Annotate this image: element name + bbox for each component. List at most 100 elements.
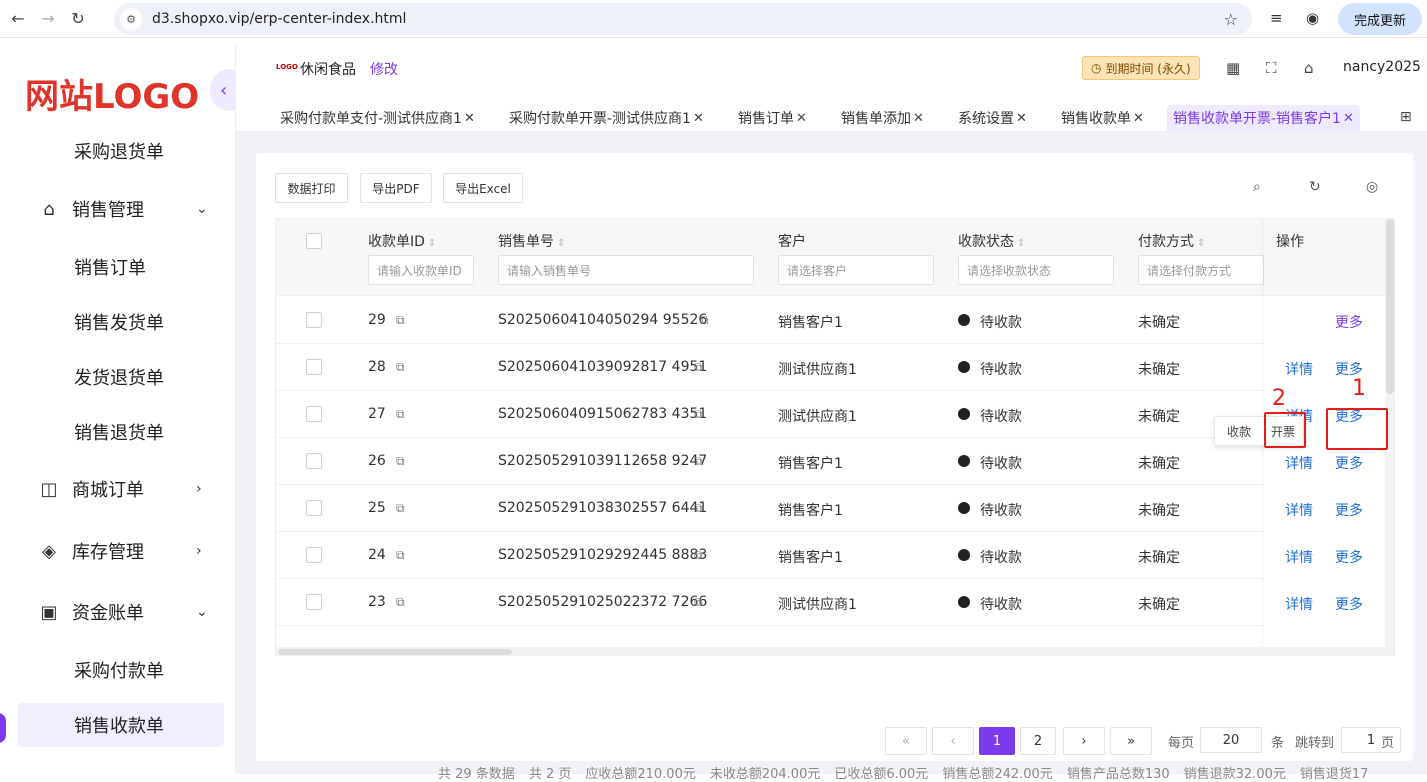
scroll-thumb[interactable] [278, 649, 512, 655]
detail-link[interactable]: 详情 [1285, 453, 1313, 473]
close-icon[interactable]: ✕ [1016, 111, 1027, 126]
copy-icon[interactable]: ⧉ [700, 313, 709, 328]
more-link[interactable]: 更多 [1335, 312, 1363, 332]
copy-icon[interactable]: ⧉ [694, 454, 703, 469]
fullscreen-icon[interactable]: ⛶ [1266, 59, 1277, 77]
payment-filter[interactable]: 请选择付款方式 [1138, 255, 1264, 285]
copy-icon[interactable]: ⧉ [694, 360, 703, 375]
copy-icon[interactable]: ⧉ [396, 548, 405, 563]
update-button[interactable]: 完成更新 [1338, 3, 1422, 35]
per-page-input[interactable]: 20 [1200, 727, 1262, 753]
back-icon[interactable]: ← [6, 7, 30, 31]
table-row[interactable]: 23 ⧉ S202505291025022372 7266 ⧉ 测试供应商1 待收款 未确定 [276, 579, 1394, 626]
tab-purchase-payment-invoice[interactable]: 采购付款单开票-测试供应商1 ✕ [503, 105, 710, 131]
refresh-icon[interactable]: ↻ [1309, 179, 1321, 195]
sidebar-group-sales[interactable]: ⌂ 销售管理 ⌄ [0, 187, 235, 231]
close-icon[interactable]: ✕ [913, 111, 924, 126]
profile-icon[interactable]: ◉ [1306, 9, 1319, 27]
edit-shop-link[interactable]: 修改 [370, 59, 398, 79]
col-payment-method[interactable]: 付款方式 ⇕ [1138, 231, 1205, 251]
sidebar-group-mall-orders[interactable]: ◫ 商城订单 › [0, 467, 235, 511]
more-link[interactable]: 更多 [1335, 500, 1363, 520]
translate-icon[interactable]: ▦ [1226, 59, 1240, 77]
sidebar-item-sales-return[interactable]: 销售退货单 [0, 410, 235, 454]
prev-page-button[interactable]: ‹ [932, 727, 974, 755]
reload-icon[interactable]: ↻ [66, 7, 90, 31]
table-row[interactable]: 25 ⧉ S202505291038302557 6441 ⧉ 销售客户1 待收款 未确定 [276, 485, 1394, 532]
copy-icon[interactable]: ⧉ [396, 313, 405, 328]
copy-icon[interactable]: ⧉ [396, 501, 405, 516]
row-checkbox[interactable] [306, 359, 322, 375]
copy-icon[interactable]: ⧉ [396, 407, 405, 422]
sidebar-item-sales-receipt[interactable]: 销售收款单 [18, 703, 224, 747]
tab-purchase-payment-pay[interactable]: 采购付款单支付-测试供应商1 ✕ [274, 105, 481, 131]
settings-icon[interactable]: ◎ [1366, 179, 1378, 195]
bookmark-star-icon[interactable]: ☆ [1224, 10, 1238, 29]
sort-icon[interactable]: ⇕ [1017, 238, 1025, 249]
sidebar-item-delivery-return[interactable]: 发货退货单 [0, 355, 235, 399]
detail-link[interactable]: 详情 [1285, 547, 1313, 567]
row-checkbox[interactable] [306, 547, 322, 563]
receipt-id-filter[interactable]: 请输入收款单ID [368, 255, 474, 285]
row-checkbox[interactable] [306, 312, 322, 328]
table-row[interactable]: 24 ⧉ S202505291029292445 8883 ⧉ 销售客户1 待收款 未确定 [276, 532, 1394, 579]
forward-icon[interactable]: → [36, 7, 60, 31]
sidebar-item-purchase-return[interactable]: 采购退货单 [0, 129, 235, 173]
tab-sales-add[interactable]: 销售单添加 ✕ [835, 105, 930, 131]
sidebar-group-inventory[interactable]: ◈ 库存管理 › [0, 529, 235, 573]
home-icon[interactable]: ⌂ [1304, 59, 1314, 77]
export-pdf-button[interactable]: 导出PDF [360, 173, 432, 203]
copy-icon[interactable]: ⧉ [396, 454, 405, 469]
col-receipt-id[interactable]: 收款单ID ⇕ [368, 231, 436, 251]
page-1-button[interactable]: 1 [979, 727, 1015, 755]
sales-order-filter[interactable]: 请输入销售单号 [498, 255, 754, 285]
export-excel-button[interactable]: 导出Excel [443, 173, 523, 203]
row-checkbox[interactable] [306, 453, 322, 469]
page-2-button[interactable]: 2 [1020, 727, 1056, 755]
more-link[interactable]: 更多 [1335, 547, 1363, 567]
copy-icon[interactable]: ⧉ [396, 595, 405, 610]
more-link[interactable]: 更多 [1335, 453, 1363, 473]
close-icon[interactable]: ✕ [693, 111, 704, 126]
tab-system-settings[interactable]: 系统设置 ✕ [952, 105, 1033, 131]
customer-filter[interactable]: 请选择客户 [778, 255, 934, 285]
search-icon[interactable]: ⌕ [1253, 179, 1261, 195]
media-icon[interactable]: ≡ [1270, 9, 1283, 27]
detail-link[interactable]: 详情 [1285, 500, 1313, 520]
detail-link[interactable]: 详情 [1285, 359, 1313, 379]
sort-icon[interactable]: ⇕ [428, 238, 436, 249]
copy-icon[interactable]: ⧉ [396, 360, 405, 375]
sort-icon[interactable]: ⇕ [1197, 238, 1205, 249]
site-info-icon[interactable]: ⚙ [120, 8, 142, 30]
detail-link[interactable]: 详情 [1285, 594, 1313, 614]
sidebar-item-sales-order[interactable]: 销售订单 [0, 245, 235, 289]
scroll-thumb[interactable] [1386, 219, 1394, 394]
url-text[interactable]: d3.shopxo.vip/erp-center-index.html [152, 11, 406, 27]
col-receipt-status[interactable]: 收款状态 ⇕ [958, 231, 1025, 251]
table-row[interactable]: 29 ⧉ S20250604104050294 95526 ⧉ 销售客户1 待收款 未确定 [276, 297, 1394, 344]
username[interactable]: nancy2025 [1343, 59, 1421, 75]
copy-icon[interactable]: ⧉ [694, 595, 703, 610]
close-icon[interactable]: ✕ [464, 111, 475, 126]
select-all-checkbox[interactable] [306, 233, 322, 249]
copy-icon[interactable]: ⧉ [694, 501, 703, 516]
status-filter[interactable]: 请选择收款状态 [958, 255, 1114, 285]
address-bar[interactable]: ⚙ d3.shopxo.vip/erp-center-index.html ☆ [114, 3, 1252, 35]
next-page-button[interactable]: › [1063, 727, 1105, 755]
sidebar-item-sales-delivery[interactable]: 销售发货单 [0, 300, 235, 344]
last-page-button[interactable]: » [1110, 727, 1152, 755]
row-checkbox[interactable] [306, 406, 322, 422]
close-icon[interactable]: ✕ [1343, 111, 1354, 126]
row-checkbox[interactable] [306, 500, 322, 516]
horizontal-scrollbar[interactable] [276, 647, 1386, 655]
tab-sales-order[interactable]: 销售订单 ✕ [732, 105, 813, 131]
col-sales-order[interactable]: 销售单号 ⇕ [498, 231, 565, 251]
receive-menu-item[interactable]: 收款 [1227, 423, 1251, 440]
first-page-button[interactable]: « [885, 727, 927, 755]
copy-icon[interactable]: ⧉ [694, 548, 703, 563]
sidebar-item-purchase-payment[interactable]: 采购付款单 [0, 648, 235, 692]
sort-icon[interactable]: ⇕ [557, 238, 565, 249]
close-icon[interactable]: ✕ [1133, 111, 1144, 126]
print-button[interactable]: 数据打印 [275, 173, 348, 203]
sidebar-group-funds[interactable]: ▣ 资金账单 ⌄ [0, 590, 235, 634]
